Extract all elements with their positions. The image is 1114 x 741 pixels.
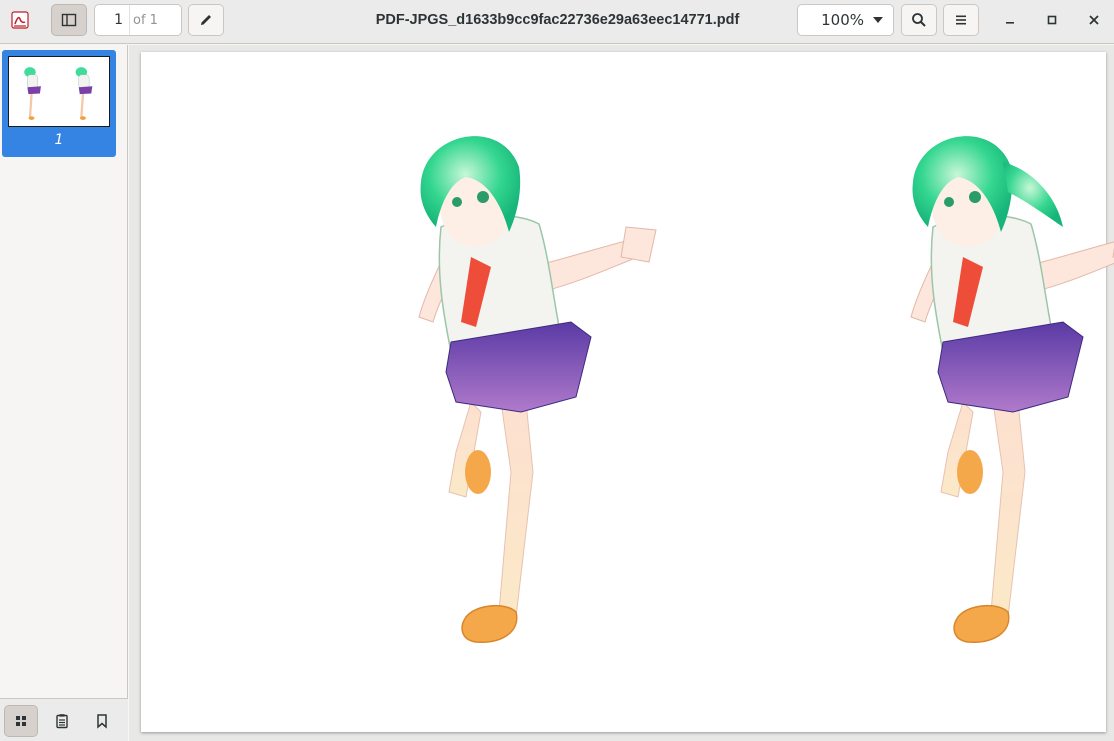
close-button[interactable] bbox=[1082, 8, 1106, 32]
pencil-icon bbox=[201, 15, 211, 25]
annotations-view-button[interactable] bbox=[45, 705, 79, 737]
close-icon bbox=[1089, 15, 1099, 25]
bookmarks-view-button[interactable] bbox=[85, 705, 119, 737]
page-thumbnail-1[interactable]: 1 bbox=[2, 50, 116, 157]
main-menu-button[interactable] bbox=[943, 4, 979, 36]
sidebar: 1 bbox=[0, 45, 128, 741]
pdf-page bbox=[141, 52, 1114, 732]
minimize-button[interactable] bbox=[998, 8, 1022, 32]
header-bar: 1 of 1 PDF-JPGS_d1633b9cc9fac22736e29a63… bbox=[0, 0, 1114, 44]
minimize-icon bbox=[1006, 22, 1014, 24]
page-number-value[interactable]: 1 bbox=[95, 12, 129, 28]
sidebar-toggle-button[interactable] bbox=[51, 4, 87, 36]
grid-icon bbox=[16, 716, 26, 726]
page-thumbnail-image bbox=[8, 56, 110, 127]
document-view[interactable] bbox=[129, 45, 1114, 741]
maximize-icon bbox=[1047, 15, 1057, 25]
chevron-down-icon bbox=[873, 17, 883, 23]
search-icon bbox=[912, 13, 926, 27]
search-button[interactable] bbox=[901, 4, 937, 36]
document-viewer-icon bbox=[11, 11, 29, 29]
page-number-entry[interactable]: 1 of 1 bbox=[94, 4, 182, 36]
sidebar-toggle-icon bbox=[61, 13, 77, 27]
hamburger-menu-icon bbox=[956, 15, 966, 25]
anime-girl-illustration-left bbox=[418, 136, 657, 643]
window-title: PDF-JPGS_d1633b9cc9fac22736e29a63eec1477… bbox=[375, 12, 740, 28]
maximize-button[interactable] bbox=[1040, 8, 1064, 32]
annotate-button[interactable] bbox=[188, 4, 224, 36]
page-total-label: of 1 bbox=[133, 12, 158, 28]
zoom-selector[interactable]: 100% bbox=[797, 4, 894, 36]
page-entry-separator bbox=[129, 5, 130, 35]
sidebar-view-switcher bbox=[0, 698, 128, 741]
bookmark-icon bbox=[97, 714, 107, 729]
zoom-value: 100% bbox=[821, 11, 864, 29]
anime-girl-illustration-right bbox=[910, 136, 1114, 643]
thumbnails-view-button[interactable] bbox=[4, 705, 38, 737]
thumbnail-label: 1 bbox=[54, 132, 64, 148]
notes-icon bbox=[56, 714, 68, 729]
